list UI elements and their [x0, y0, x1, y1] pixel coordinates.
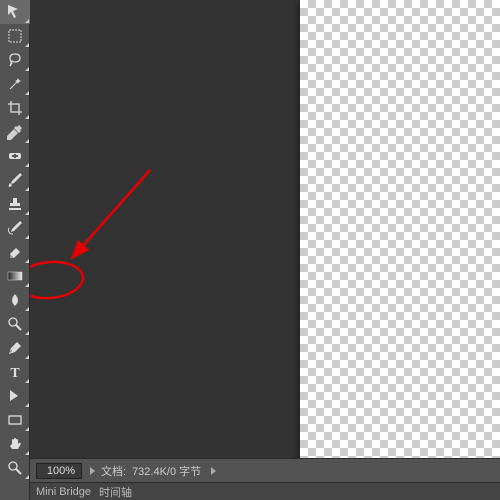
tool-zoom[interactable] — [0, 456, 30, 480]
toolbar: T — [0, 0, 30, 500]
tab-timeline[interactable]: 时间轴 — [99, 484, 132, 500]
document-canvas[interactable] — [300, 0, 500, 458]
tab-mini-bridge[interactable]: Mini Bridge — [36, 486, 91, 498]
tool-gradient[interactable] — [0, 264, 30, 288]
svg-text:T: T — [10, 366, 20, 380]
tool-move[interactable] — [0, 0, 30, 24]
canvas-area[interactable] — [30, 0, 500, 458]
zoom-input[interactable]: 100% — [36, 463, 82, 479]
tool-blur[interactable] — [0, 288, 30, 312]
tool-crop[interactable] — [0, 96, 30, 120]
tool-eraser[interactable] — [0, 240, 30, 264]
bottom-panel-tabs: Mini Bridge 时间轴 — [30, 482, 500, 500]
tool-heal[interactable] — [0, 144, 30, 168]
tool-eyedropper[interactable] — [0, 120, 30, 144]
tool-marquee[interactable] — [0, 24, 30, 48]
zoom-stepper-icon[interactable] — [90, 467, 95, 475]
tool-path[interactable] — [0, 384, 30, 408]
tool-type[interactable]: T — [0, 360, 30, 384]
zoom-control[interactable]: 100% — [36, 463, 95, 479]
tool-hand[interactable] — [0, 432, 30, 456]
tool-history[interactable] — [0, 216, 30, 240]
tool-wand[interactable] — [0, 72, 30, 96]
tool-brush[interactable] — [0, 168, 30, 192]
doc-info-menu-icon[interactable] — [211, 467, 216, 475]
statusbar: 100% 文档: 732.4K/0 字节 — [30, 458, 500, 482]
tool-shape[interactable] — [0, 408, 30, 432]
doc-size-label: 文档: — [101, 463, 126, 479]
tool-stamp[interactable] — [0, 192, 30, 216]
doc-size-value: 732.4K/0 字节 — [132, 463, 201, 479]
tool-dodge[interactable] — [0, 312, 30, 336]
tool-lasso[interactable] — [0, 48, 30, 72]
tool-pen[interactable] — [0, 336, 30, 360]
